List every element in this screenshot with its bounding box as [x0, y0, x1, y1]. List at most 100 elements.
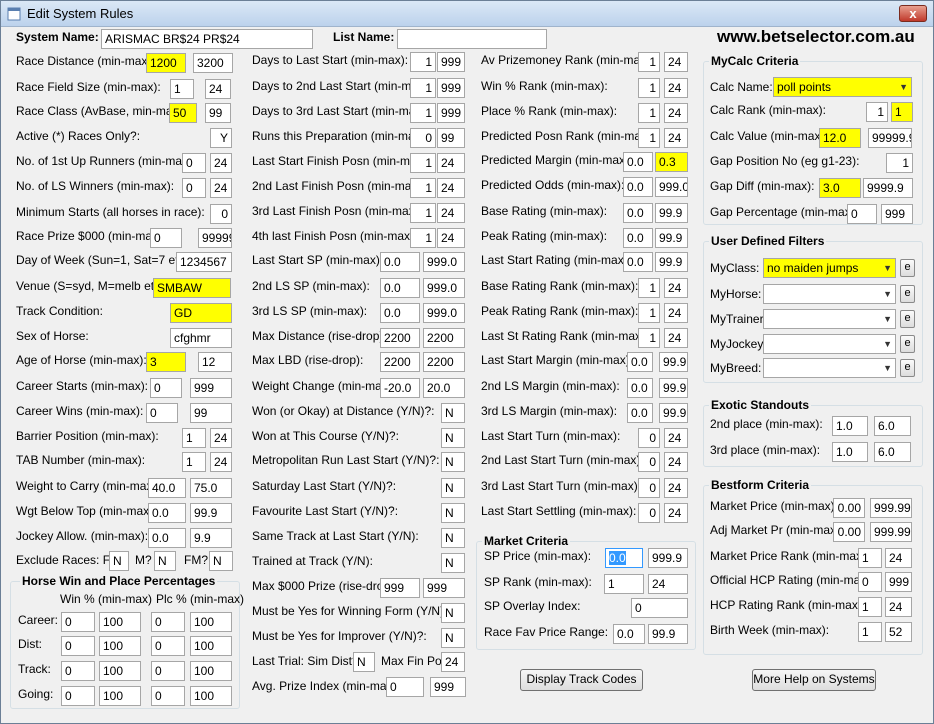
max-input[interactable]: 24: [210, 178, 232, 198]
max-input[interactable]: 24: [210, 428, 232, 448]
min-input[interactable]: 1: [638, 52, 660, 72]
win-max-input[interactable]: 100: [99, 612, 141, 632]
min-input[interactable]: 0: [638, 503, 660, 523]
max-input[interactable]: 99.9: [655, 228, 688, 248]
min-input[interactable]: 0.0: [613, 624, 645, 644]
win-max-input[interactable]: 100: [99, 686, 141, 706]
system-name-input[interactable]: ARISMAC BR$24 PR$24: [101, 29, 313, 49]
max-input[interactable]: 24: [664, 503, 688, 523]
min-input[interactable]: 1: [858, 622, 882, 642]
max-input[interactable]: 52: [885, 622, 912, 642]
max-input[interactable]: 999: [437, 103, 465, 123]
min-input[interactable]: 0: [386, 677, 424, 697]
min-input[interactable]: 3.0: [819, 178, 861, 198]
edit-filter-button[interactable]: e: [900, 359, 915, 377]
min-input[interactable]: 1: [410, 178, 436, 198]
plc-max-input[interactable]: 100: [190, 661, 232, 681]
max-input[interactable]: 99.9: [655, 203, 688, 223]
chevron-down-icon[interactable]: ▼: [883, 312, 892, 327]
max-input[interactable]: 99999.9: [868, 128, 912, 148]
max-input[interactable]: 24: [437, 203, 465, 223]
more-help-button[interactable]: More Help on Systems: [752, 669, 876, 691]
yn-input[interactable]: N: [441, 603, 465, 623]
min-input[interactable]: 1: [638, 278, 660, 298]
max-input[interactable]: 20.0: [423, 378, 465, 398]
max-input[interactable]: 999: [881, 204, 913, 224]
yn-input[interactable]: N: [441, 628, 465, 648]
max-input[interactable]: 24: [664, 452, 688, 472]
min-input[interactable]: 2200: [380, 352, 420, 372]
plc-min-input[interactable]: 0: [151, 661, 185, 681]
max-input[interactable]: 24: [664, 478, 688, 498]
yn-input[interactable]: N: [441, 503, 465, 523]
win-min-input[interactable]: 0: [61, 661, 95, 681]
filter-combobox[interactable]: no maiden jumps ▼: [763, 258, 896, 278]
max-input[interactable]: 999: [437, 52, 465, 72]
max-input[interactable]: 2200: [423, 352, 465, 372]
min-input[interactable]: 1.0: [832, 416, 868, 436]
max-input[interactable]: 99.9: [659, 378, 688, 398]
min-input[interactable]: 0: [150, 378, 182, 398]
min-input[interactable]: 1: [410, 228, 436, 248]
close-button[interactable]: x: [899, 5, 927, 22]
min-input[interactable]: 1: [182, 452, 206, 472]
max-input[interactable]: 24: [210, 452, 232, 472]
edit-filter-button[interactable]: e: [900, 259, 915, 277]
max-input[interactable]: 99.9: [655, 252, 688, 272]
sp-price-min-input[interactable]: 0.0: [605, 548, 643, 568]
min-input[interactable]: 0: [150, 228, 182, 248]
min-input[interactable]: 2200: [380, 328, 420, 348]
max-input[interactable]: 99.9: [648, 624, 688, 644]
plc-min-input[interactable]: 0: [151, 612, 185, 632]
min-input[interactable]: 0: [847, 204, 877, 224]
max-input[interactable]: 3200: [193, 53, 233, 73]
min-input[interactable]: 0.0: [148, 528, 186, 548]
yn-input[interactable]: N: [441, 478, 465, 498]
max-input[interactable]: 99: [190, 403, 232, 423]
min-input[interactable]: 0.00: [833, 522, 865, 542]
min-input[interactable]: 1: [638, 103, 660, 123]
max-input[interactable]: 24: [885, 597, 912, 617]
value-input[interactable]: SMBAW: [153, 278, 231, 298]
max-input[interactable]: 24: [210, 153, 232, 173]
yn-input[interactable]: N: [441, 528, 465, 548]
min-input[interactable]: 1: [638, 303, 660, 323]
max-input[interactable]: 0.3: [655, 152, 688, 172]
max-input[interactable]: 99: [437, 128, 465, 148]
win-min-input[interactable]: 0: [61, 612, 95, 632]
max-input[interactable]: 24: [664, 303, 688, 323]
max-input[interactable]: 6.0: [874, 416, 911, 436]
display-track-codes-button[interactable]: Display Track Codes: [520, 669, 643, 691]
max-input[interactable]: 999.0: [423, 278, 465, 298]
max-input[interactable]: 24: [664, 103, 688, 123]
max-input[interactable]: 999: [423, 578, 465, 598]
exclude-f-input[interactable]: N: [109, 551, 129, 571]
max-input[interactable]: 24: [664, 328, 688, 348]
max-input[interactable]: 99.9: [659, 352, 688, 372]
min-input[interactable]: 0: [182, 153, 206, 173]
min-input[interactable]: 999: [380, 578, 420, 598]
yn-input[interactable]: N: [441, 452, 465, 472]
min-input[interactable]: 0.0: [380, 278, 420, 298]
win-min-input[interactable]: 0: [61, 636, 95, 656]
min-input[interactable]: 1: [638, 128, 660, 148]
plc-min-input[interactable]: 0: [151, 636, 185, 656]
filter-combobox[interactable]: ▼: [763, 284, 896, 304]
min-input[interactable]: 0: [638, 428, 660, 448]
min-input[interactable]: 1: [410, 103, 436, 123]
min-input[interactable]: -20.0: [380, 378, 420, 398]
min-input[interactable]: 1: [638, 328, 660, 348]
min-input[interactable]: 0: [146, 403, 178, 423]
max-input[interactable]: 24: [437, 228, 465, 248]
plc-max-input[interactable]: 100: [190, 612, 232, 632]
chevron-down-icon[interactable]: ▼: [899, 80, 908, 95]
min-input[interactable]: 1: [182, 428, 206, 448]
yn-input[interactable]: N: [441, 403, 465, 423]
max-input[interactable]: 999: [430, 677, 466, 697]
max-input[interactable]: 999.99: [870, 498, 912, 518]
max-input[interactable]: 999.99: [870, 522, 912, 542]
min-input[interactable]: 1: [170, 79, 194, 99]
max-input[interactable]: 999.0: [423, 303, 465, 323]
min-input[interactable]: 0.0: [380, 252, 420, 272]
filter-combobox[interactable]: ▼: [763, 309, 896, 329]
